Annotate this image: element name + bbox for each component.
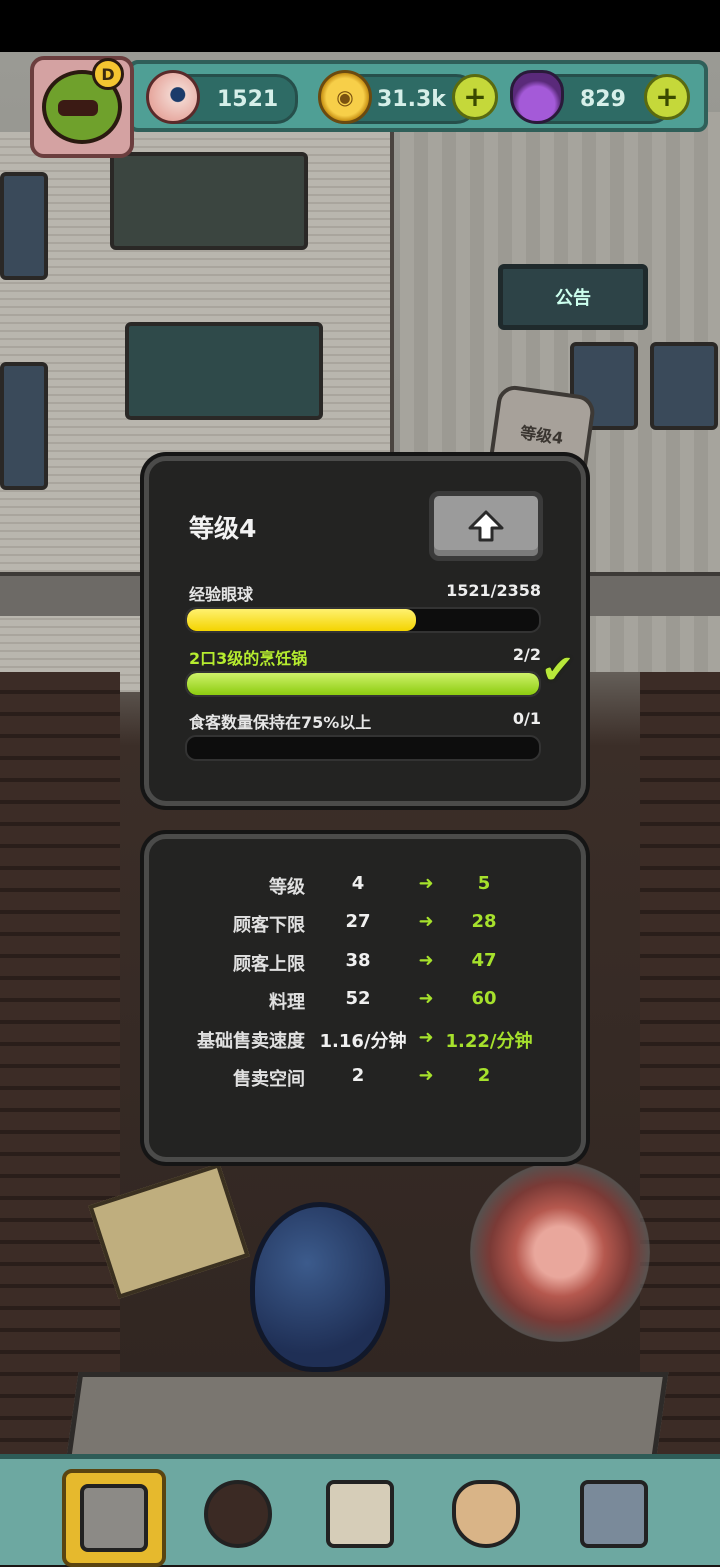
stat-next: 60 [471, 988, 497, 1009]
progress-bar-pots [185, 671, 541, 697]
progress-fill [187, 609, 416, 631]
money-bag-icon [452, 1480, 520, 1548]
nav-restaurant[interactable] [62, 1469, 166, 1567]
stat-next: 1.22/分钟 [445, 1031, 533, 1052]
restaurant-icon [80, 1484, 148, 1552]
cooking-pot[interactable] [250, 1202, 390, 1372]
recipe-book-icon [326, 1480, 394, 1548]
level-title: 等级4 [189, 514, 257, 543]
arrow-right-icon: ➜ [418, 1065, 434, 1086]
monster-icon [204, 1480, 272, 1548]
stat-current: 27 [345, 911, 371, 932]
hud-bar: 1521 31.3k ◉ + 829 + [128, 60, 708, 132]
req-label-diners: 食客数量保持在75%以上 [189, 713, 372, 732]
stat-current: 1.16/分钟 [319, 1031, 407, 1052]
top-hud: 1521 31.3k ◉ + 829 + D [0, 52, 720, 158]
display-case [125, 322, 323, 420]
req-label-eyeballs: 经验眼球 [189, 585, 254, 604]
req-value-pots: 2/2 [512, 645, 541, 664]
stat-name: 基础售卖速度 [197, 1031, 305, 1052]
stat-current: 52 [345, 988, 371, 1009]
nav-monsters[interactable] [190, 1469, 286, 1559]
potion-icon [510, 70, 564, 124]
stat-current: 4 [351, 873, 365, 894]
req-value-eyeballs: 1521/2358 [446, 581, 541, 600]
progress-bar-eyeballs [185, 607, 541, 633]
potion-count: 829 [580, 86, 626, 112]
stat-next: 2 [477, 1065, 491, 1086]
stat-next: 5 [477, 873, 491, 894]
up-arrow-icon [468, 510, 504, 542]
req-label-pots: 2口3级的烹饪锅 [189, 649, 308, 668]
portal-vortex[interactable] [470, 1162, 650, 1342]
eyeball-count: 1521 [217, 86, 279, 112]
arrow-right-icon: ➜ [418, 988, 434, 1009]
stat-current: 2 [351, 1065, 365, 1086]
coin-count: 31.3k [377, 86, 446, 112]
player-avatar[interactable]: D [30, 56, 134, 158]
stat-row-max-customers: 顾客上限 38 ➜ 47 [149, 950, 581, 980]
stat-next: 47 [471, 950, 497, 971]
herb-shop-window [110, 152, 308, 250]
upgrade-button[interactable] [429, 491, 543, 561]
eyeball-icon [146, 70, 200, 124]
nav-shop[interactable] [438, 1469, 534, 1559]
add-coins-button[interactable]: + [452, 74, 498, 120]
add-potions-button[interactable]: + [644, 74, 690, 120]
stat-row-sell-space: 售卖空间 2 ➜ 2 [149, 1065, 581, 1095]
stat-row-sell-speed: 基础售卖速度 1.16/分钟 ➜ 1.22/分钟 [149, 1027, 581, 1057]
stat-row-level: 等级 4 ➜ 5 [149, 873, 581, 903]
stat-row-dishes: 料理 52 ➜ 60 [149, 988, 581, 1018]
nav-menu[interactable] [566, 1469, 662, 1559]
arrow-right-icon: ➜ [418, 911, 434, 932]
req-value-diners: 0/1 [512, 709, 541, 728]
stats-panel: 等级 4 ➜ 5 顾客下限 27 ➜ 28 顾客上限 38 ➜ 47 料理 52… [144, 834, 586, 1162]
check-icon: ✔ [541, 647, 575, 693]
grid-menu-icon [580, 1480, 648, 1548]
notice-board[interactable]: 公告 [498, 264, 648, 330]
bottom-nav [0, 1454, 720, 1567]
nav-recipes[interactable] [312, 1469, 408, 1559]
arrow-right-icon: ➜ [418, 873, 434, 894]
progress-bar-diners [185, 735, 541, 761]
stat-next: 28 [471, 911, 497, 932]
arrow-right-icon: ➜ [418, 1027, 434, 1048]
progress-fill [187, 673, 539, 695]
arrow-right-icon: ➜ [418, 950, 434, 971]
coin-icon: ◉ [318, 70, 372, 124]
game-scene: 公告 等级4 [0, 52, 720, 1560]
level-up-panel: 等级4 经验眼球 1521/2358 2口3级的烹饪锅 2/2 ✔ 食客数量保持… [144, 456, 586, 806]
stat-current: 38 [345, 950, 371, 971]
status-bar [0, 0, 720, 52]
stat-row-min-customers: 顾客下限 27 ➜ 28 [149, 911, 581, 941]
rank-badge: D [92, 58, 124, 90]
